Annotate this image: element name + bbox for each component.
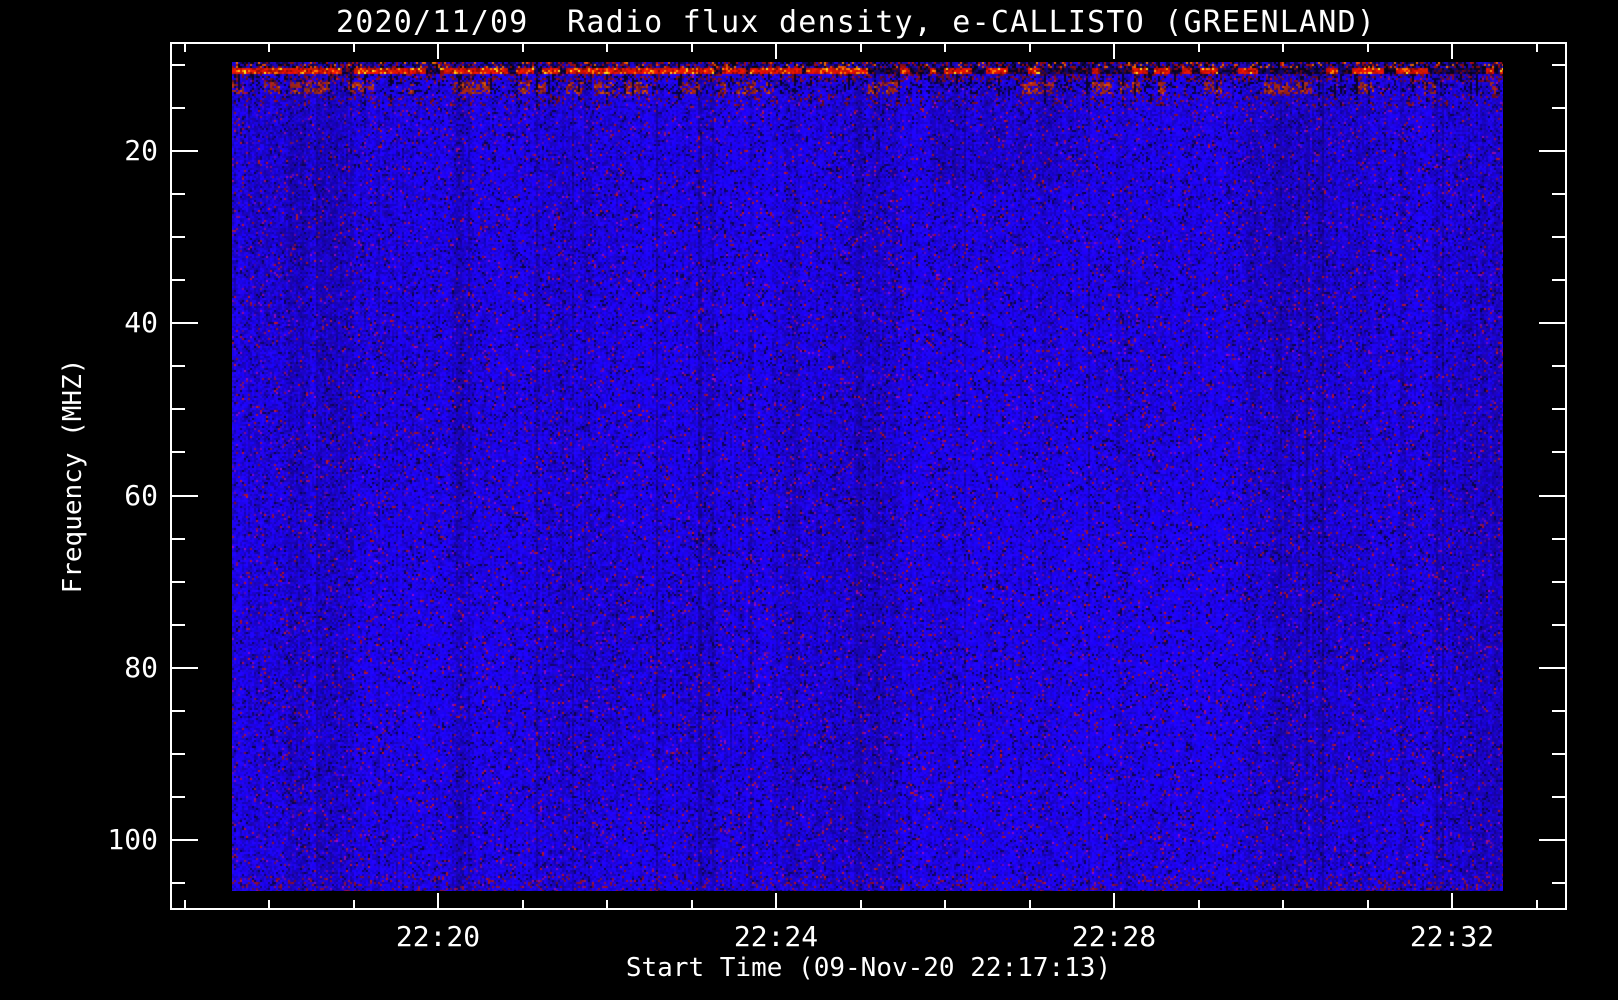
y-axis-right-major-tick [1539, 322, 1565, 324]
y-axis-major-tick [172, 150, 198, 152]
x-axis-top-minor-tick [691, 44, 693, 52]
y-axis-right-minor-tick [1552, 538, 1565, 540]
y-axis-right-minor-tick [1552, 236, 1565, 238]
y-tick-label: 80 [124, 651, 158, 684]
y-axis-right-major-tick [1539, 839, 1565, 841]
spectrogram-figure: 2020/11/09 Radio flux density, e-CALLIST… [0, 0, 1618, 1000]
y-axis-title: Frequency (MHZ) [58, 358, 88, 594]
x-axis-minor-tick [606, 900, 608, 908]
y-axis-right-major-tick [1539, 150, 1565, 152]
y-axis-minor-tick [172, 796, 185, 798]
x-axis-title: Start Time (09-Nov-20 22:17:13) [625, 953, 1112, 983]
x-axis-top-minor-tick [1198, 44, 1200, 52]
x-axis-top-minor-tick [860, 44, 862, 52]
x-axis-top-minor-tick [606, 44, 608, 52]
y-axis-right-minor-tick [1552, 107, 1565, 109]
y-axis-minor-tick [172, 408, 185, 410]
y-axis-minor-tick [172, 193, 185, 195]
y-axis-major-tick [172, 495, 198, 497]
y-axis-minor-tick [172, 107, 185, 109]
y-axis-right-major-tick [1539, 495, 1565, 497]
y-axis-minor-tick [172, 882, 185, 884]
spectrogram-canvas [232, 62, 1503, 891]
x-axis-minor-tick [1029, 900, 1031, 908]
x-axis-top-major-tick [775, 44, 777, 59]
x-tick-label: 22:28 [1071, 920, 1157, 953]
y-tick-label: 20 [124, 134, 158, 167]
x-axis-top-minor-tick [353, 44, 355, 52]
y-axis-right-minor-tick [1552, 882, 1565, 884]
chart-title: 2020/11/09 Radio flux density, e-CALLIST… [335, 5, 1377, 40]
y-axis-right-major-tick [1539, 667, 1565, 669]
y-axis-minor-tick [172, 753, 185, 755]
y-axis-right-minor-tick [1552, 710, 1565, 712]
y-axis-right-minor-tick [1552, 753, 1565, 755]
y-axis-minor-tick [172, 365, 185, 367]
x-axis-top-minor-tick [1029, 44, 1031, 52]
x-tick-label: 22:20 [395, 920, 481, 953]
y-tick-label: 60 [124, 479, 158, 512]
y-tick-label: 40 [124, 306, 158, 339]
y-axis-right-minor-tick [1552, 64, 1565, 66]
y-axis-minor-tick [172, 624, 185, 626]
y-tick-label: 100 [107, 823, 158, 856]
y-axis-right-minor-tick [1552, 796, 1565, 798]
y-axis-minor-tick [172, 236, 185, 238]
y-axis-right-minor-tick [1552, 451, 1565, 453]
y-axis-right-minor-tick [1552, 624, 1565, 626]
y-axis-right-minor-tick [1552, 193, 1565, 195]
x-axis-major-tick [1113, 893, 1115, 908]
y-axis-right-minor-tick [1552, 581, 1565, 583]
x-axis-top-major-tick [1113, 44, 1115, 59]
x-axis-top-minor-tick [522, 44, 524, 52]
x-axis-major-tick [775, 893, 777, 908]
x-axis-minor-tick [944, 900, 946, 908]
y-axis-minor-tick [172, 279, 185, 281]
x-tick-label: 22:32 [1409, 920, 1495, 953]
x-axis-minor-tick [860, 900, 862, 908]
x-axis-major-tick [437, 893, 439, 908]
x-axis-minor-tick [184, 900, 186, 908]
y-axis-major-tick [172, 322, 198, 324]
y-axis-right-minor-tick [1552, 279, 1565, 281]
y-axis-minor-tick [172, 710, 185, 712]
y-axis-major-tick [172, 667, 198, 669]
y-axis-minor-tick [172, 581, 185, 583]
x-axis-top-minor-tick [1282, 44, 1284, 52]
x-tick-label: 22:24 [733, 920, 819, 953]
x-axis-minor-tick [1367, 900, 1369, 908]
x-axis-top-minor-tick [268, 44, 270, 52]
y-axis-right-minor-tick [1552, 408, 1565, 410]
x-axis-top-major-tick [1451, 44, 1453, 59]
y-axis-minor-tick [172, 64, 185, 66]
x-axis-top-minor-tick [944, 44, 946, 52]
x-axis-minor-tick [1282, 900, 1284, 908]
x-axis-minor-tick [691, 900, 693, 908]
x-axis-top-minor-tick [1367, 44, 1369, 52]
x-axis-minor-tick [522, 900, 524, 908]
x-axis-minor-tick [268, 900, 270, 908]
y-axis-major-tick [172, 839, 198, 841]
x-axis-minor-tick [1198, 900, 1200, 908]
x-axis-minor-tick [1536, 900, 1538, 908]
y-axis-minor-tick [172, 451, 185, 453]
x-axis-major-tick [1451, 893, 1453, 908]
y-axis-minor-tick [172, 538, 185, 540]
x-axis-minor-tick [353, 900, 355, 908]
y-axis-right-minor-tick [1552, 365, 1565, 367]
x-axis-top-minor-tick [1536, 44, 1538, 52]
x-axis-top-minor-tick [184, 44, 186, 52]
x-axis-top-major-tick [437, 44, 439, 59]
